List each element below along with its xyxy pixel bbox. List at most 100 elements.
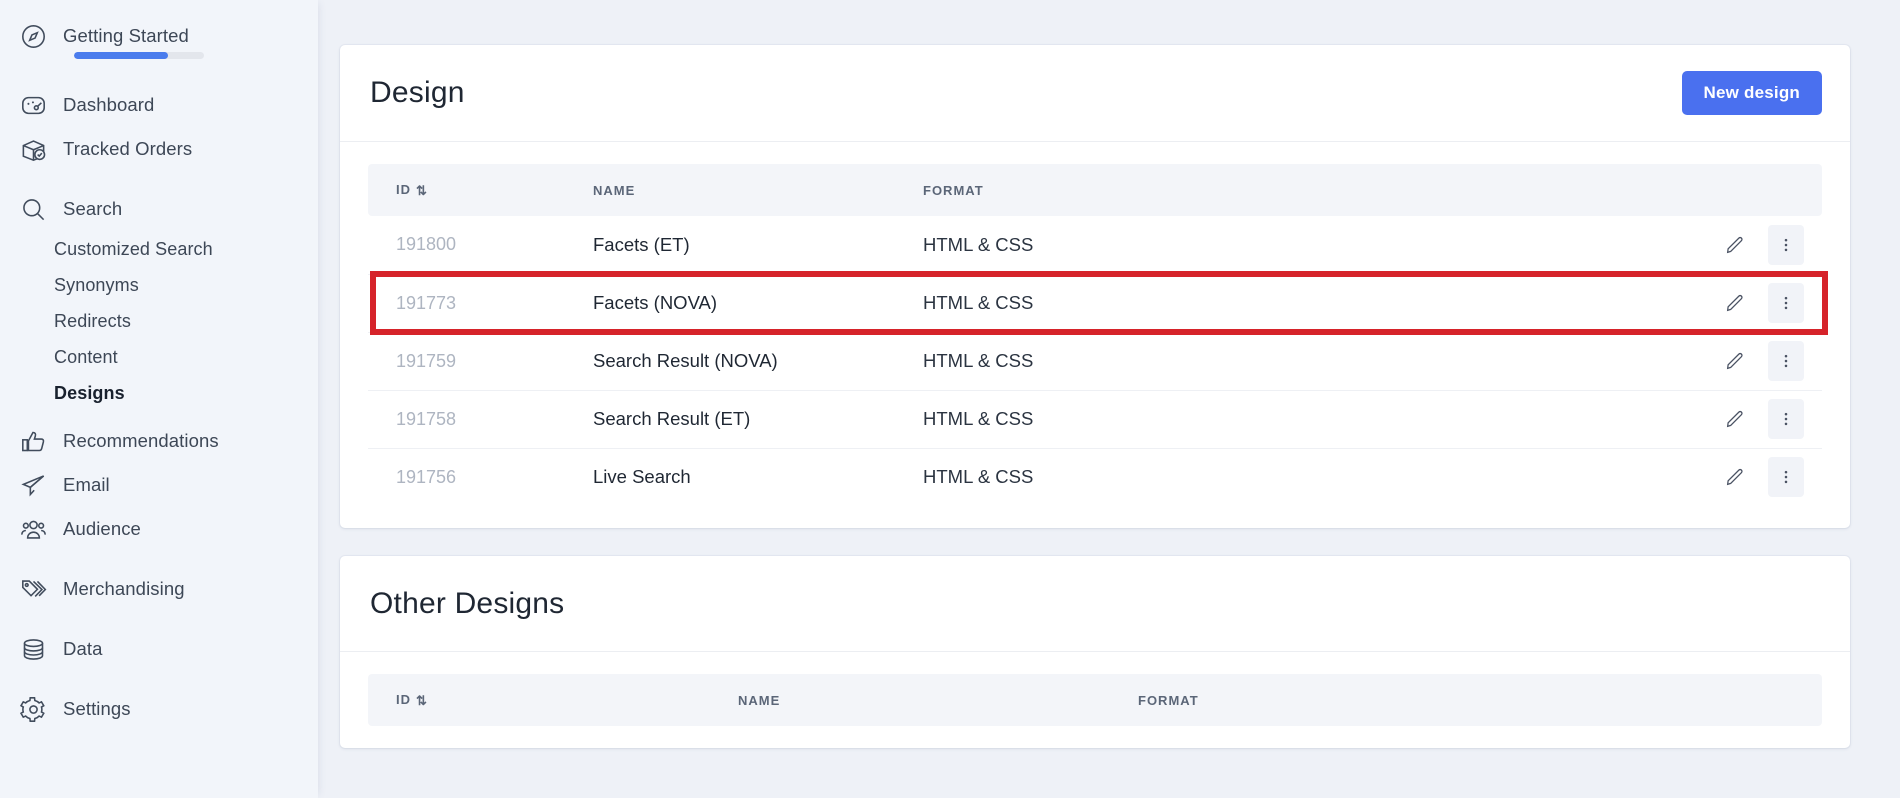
- more-options-icon[interactable]: [1768, 224, 1804, 265]
- cell-name: Search Result (NOVA): [593, 350, 778, 371]
- sort-icon[interactable]: ⇅: [416, 183, 428, 199]
- sidebar-item-audience[interactable]: Audience: [0, 507, 318, 551]
- sidebar-item-dashboard[interactable]: Dashboard: [0, 83, 318, 127]
- more-options-icon[interactable]: [1768, 341, 1804, 381]
- table-row[interactable]: 191759 Search Result (NOVA) HTML & CSS: [368, 332, 1822, 390]
- edit-icon[interactable]: [1718, 286, 1752, 320]
- gear-icon: [20, 694, 54, 724]
- sidebar-item-label: Recommendations: [63, 430, 219, 451]
- cell-actions: [1662, 274, 1822, 332]
- compass-icon: [20, 21, 54, 51]
- cell-actions: [1662, 332, 1822, 390]
- cell-name: Live Search: [593, 466, 691, 488]
- sidebar-item-label: Audience: [63, 518, 141, 539]
- sidebar-item-customized-search[interactable]: Customized Search: [0, 231, 318, 267]
- sidebar-item-label: Redirects: [54, 310, 131, 331]
- sidebar-item-recommendations[interactable]: Recommendations: [0, 419, 318, 463]
- cell-actions: [1662, 216, 1822, 274]
- sidebar-item-redirects[interactable]: Redirects: [0, 303, 318, 339]
- cell-name: Facets (ET): [593, 233, 690, 255]
- sidebar-item-label: Tracked Orders: [63, 138, 193, 159]
- column-header-id-label: ID: [396, 181, 411, 197]
- sidebar-item-label: Synonyms: [54, 274, 139, 295]
- sidebar-item-designs[interactable]: Designs: [0, 375, 318, 411]
- getting-started-progress: [74, 52, 204, 59]
- edit-icon[interactable]: [1718, 460, 1752, 494]
- cell-name: Facets (NOVA): [593, 292, 718, 313]
- table-row[interactable]: 191756 Live Search HTML & CSS: [368, 448, 1822, 506]
- more-options-icon[interactable]: [1768, 457, 1804, 498]
- sidebar-item-synonyms[interactable]: Synonyms: [0, 267, 318, 303]
- column-header-name-label: NAME: [593, 182, 636, 198]
- column-header-name-label: NAME: [738, 692, 781, 708]
- cell-id: 191756: [396, 466, 457, 487]
- edit-icon[interactable]: [1718, 402, 1752, 436]
- edit-icon[interactable]: [1718, 228, 1752, 262]
- sidebar-item-content[interactable]: Content: [0, 339, 318, 375]
- gauge-icon: [20, 90, 54, 120]
- cell-id: 191758: [396, 408, 457, 429]
- sidebar: Getting Started Dashboard Tracked Orders…: [0, 0, 318, 798]
- cell-format: HTML & CSS: [923, 233, 1034, 255]
- app-root: Getting Started Dashboard Tracked Orders…: [0, 0, 1900, 798]
- more-options-icon[interactable]: [1768, 283, 1804, 323]
- other-designs-table-wrapper: ID ⇅ NAME FORMAT: [340, 652, 1850, 748]
- sort-icon[interactable]: ⇅: [416, 693, 428, 709]
- cell-format: HTML & CSS: [923, 408, 1034, 429]
- page-title: Design: [370, 76, 465, 109]
- database-icon: [20, 634, 54, 664]
- design-table-body: 191800 Facets (ET) HTML & CSS 191773 Facets …: [368, 216, 1822, 506]
- design-table-head: ID ⇅ NAME FORMAT: [368, 164, 1822, 216]
- sidebar-item-search[interactable]: Search: [0, 187, 318, 231]
- design-table-wrapper: ID ⇅ NAME FORMAT 191800 Facets (ET) HTML & …: [340, 142, 1850, 528]
- cell-id: 191759: [396, 350, 457, 371]
- cell-name: Search Result (ET): [593, 408, 751, 429]
- sidebar-item-label: Designs: [54, 382, 125, 403]
- other-designs-table-head: ID ⇅ NAME FORMAT: [368, 674, 1822, 726]
- people-icon: [20, 514, 54, 544]
- getting-started-progress-fill: [74, 52, 168, 59]
- sidebar-item-label: Dashboard: [63, 94, 155, 115]
- column-header-format-label: FORMAT: [1138, 692, 1199, 708]
- column-header-name: NAME: [593, 164, 923, 216]
- sidebar-item-label: Email: [63, 474, 110, 495]
- package-check-icon: [20, 134, 54, 164]
- edit-icon[interactable]: [1718, 344, 1752, 378]
- column-header-format: FORMAT: [1138, 674, 1822, 726]
- table-row[interactable]: 191773 Facets (NOVA) HTML & CSS: [368, 274, 1822, 332]
- column-header-id[interactable]: ID ⇅: [368, 164, 593, 216]
- design-card-header: Design New design: [340, 45, 1850, 142]
- table-row[interactable]: 191758 Search Result (ET) HTML & CSS: [368, 390, 1822, 448]
- column-header-format-label: FORMAT: [923, 182, 984, 198]
- cell-actions: [1662, 390, 1822, 448]
- design-card: Design New design ID ⇅ NAME FORMAT 19180…: [340, 45, 1850, 528]
- cell-id: 191773: [396, 292, 457, 313]
- column-header-name: NAME: [738, 674, 1138, 726]
- sidebar-item-email[interactable]: Email: [0, 463, 318, 507]
- design-table: ID ⇅ NAME FORMAT 191800 Facets (ET) HTML & …: [368, 164, 1822, 506]
- tags-icon: [20, 574, 54, 604]
- paper-plane-icon: [20, 470, 54, 500]
- cell-id: 191800: [396, 234, 457, 255]
- sidebar-item-tracked-orders[interactable]: Tracked Orders: [0, 127, 318, 171]
- new-design-button[interactable]: New design: [1681, 71, 1822, 115]
- sidebar-item-settings[interactable]: Settings: [0, 687, 318, 731]
- table-row[interactable]: 191800 Facets (ET) HTML & CSS: [368, 216, 1822, 274]
- sidebar-item-label: Merchandising: [63, 578, 185, 599]
- column-header-id[interactable]: ID ⇅: [368, 674, 738, 726]
- other-designs-table: ID ⇅ NAME FORMAT: [368, 674, 1822, 726]
- table-header-row: ID ⇅ NAME FORMAT: [368, 674, 1822, 726]
- other-designs-title: Other Designs: [370, 586, 565, 620]
- main-content: Design New design ID ⇅ NAME FORMAT 19180…: [318, 0, 1900, 798]
- more-options-icon[interactable]: [1768, 399, 1804, 439]
- sidebar-item-label: Getting Started: [63, 25, 189, 46]
- column-header-actions: [1662, 164, 1822, 216]
- sidebar-item-label: Content: [54, 346, 118, 367]
- sidebar-item-data[interactable]: Data: [0, 627, 318, 671]
- sidebar-item-label: Search: [63, 198, 123, 219]
- other-designs-card: Other Designs ID ⇅ NAME FORMAT: [340, 556, 1850, 748]
- sidebar-item-merchandising[interactable]: Merchandising: [0, 567, 318, 611]
- thumbs-up-icon: [20, 426, 54, 456]
- other-designs-card-header: Other Designs: [340, 556, 1850, 652]
- column-header-id-label: ID: [396, 691, 411, 707]
